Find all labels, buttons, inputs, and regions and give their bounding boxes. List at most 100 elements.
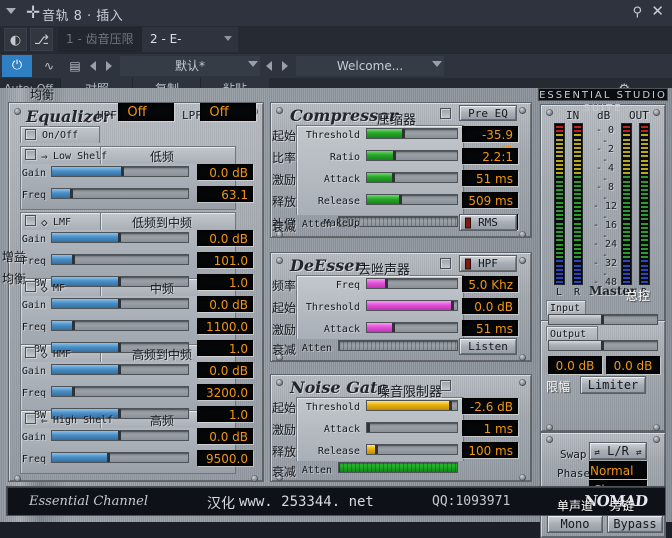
collapse-caret-icon[interactable] <box>6 8 16 14</box>
eq-freq-slider[interactable] <box>51 320 189 331</box>
eq-band-enable-checkbox[interactable] <box>25 215 36 226</box>
compressor-ratio-value[interactable]: 2.2:1 <box>462 148 518 164</box>
compressor-release-value[interactable]: 509 ms <box>462 192 518 208</box>
eq-gain-slider[interactable] <box>51 364 189 375</box>
program-prev-arrow[interactable] <box>266 61 272 71</box>
eq-gain-value[interactable]: 0.0 dB <box>197 362 253 378</box>
eq-freq-value[interactable]: 3200.0 <box>197 384 253 400</box>
eq-bw-value[interactable]: 1.0 <box>197 406 253 422</box>
deesser-threshold-value[interactable]: 0.0 dB <box>462 298 518 314</box>
eq-onoff-label: On/Off <box>42 130 79 141</box>
meter-out-left <box>621 123 632 285</box>
eq-freq-value[interactable]: 63.1 <box>197 186 253 202</box>
compressor-attack-slider[interactable] <box>366 172 458 183</box>
compressor-attack-value[interactable]: 51 ms <box>462 170 518 186</box>
preset-name-field[interactable]: 默认* <box>120 56 260 76</box>
eq-freq-slider[interactable] <box>51 254 189 265</box>
program-chevron-down-icon[interactable] <box>432 61 442 67</box>
eq-band-enable-checkbox[interactable] <box>25 281 36 292</box>
plugin-power-button[interactable]: ⏻ <box>2 55 32 77</box>
eq-gain-value[interactable]: 0.0 dB <box>197 296 253 312</box>
deesser-hpf-button[interactable]: HPF <box>459 255 517 272</box>
eq-onoff-checkbox[interactable] <box>25 129 36 140</box>
eq-band-enable-checkbox[interactable] <box>25 413 36 424</box>
noisegate-sidechain-checkbox[interactable] <box>440 380 451 391</box>
noisegate-row-label: Release <box>317 446 360 457</box>
noisegate-threshold-slider[interactable] <box>366 400 458 411</box>
noisegate-attack-value[interactable]: 1 ms <box>462 420 518 436</box>
compressor-threshold-value[interactable]: -35.9 dB <box>462 126 518 158</box>
eq-band-enable-checkbox[interactable] <box>25 347 36 358</box>
compressor-release-slider[interactable] <box>366 194 458 205</box>
meter-segment <box>623 130 630 133</box>
preset-prev-arrow[interactable] <box>90 61 96 71</box>
eq-freq-slider[interactable] <box>51 188 189 199</box>
routing-icon[interactable]: ⎇ <box>30 28 53 51</box>
add-icon[interactable]: ✛ <box>26 4 40 22</box>
compressor-ratio-slider[interactable] <box>366 150 458 161</box>
limiter-button[interactable]: Limiter <box>580 376 646 394</box>
program-next-arrow[interactable] <box>282 61 288 71</box>
eq-freq-slider[interactable] <box>51 452 189 463</box>
screw <box>519 257 526 264</box>
deesser-attack-slider[interactable] <box>366 322 458 333</box>
mono-button[interactable]: Mono <box>547 515 603 533</box>
hpf-dropdown[interactable]: Off <box>118 103 174 121</box>
pin-icon[interactable]: ⚲ <box>632 5 642 20</box>
eq-freq-slider[interactable] <box>51 386 189 397</box>
pre-eq-button[interactable]: Pre EQ <box>459 105 517 121</box>
noisegate-release-slider[interactable] <box>366 444 458 455</box>
bypass-button[interactable]: Bypass <box>607 515 663 533</box>
eq-gain-slider[interactable] <box>51 298 189 309</box>
eq-gain-value[interactable]: 0.0 dB <box>197 164 253 180</box>
preset-list-icon[interactable]: ▤ <box>64 55 86 77</box>
eq-row-label: Freq <box>21 388 46 399</box>
listen-button[interactable]: Listen <box>459 338 517 355</box>
meter-segment <box>574 226 581 229</box>
master-output-slider[interactable] <box>548 340 658 351</box>
eq-bw-value[interactable]: 1.0 <box>197 340 253 356</box>
noisegate-attack-slider[interactable] <box>366 422 458 433</box>
compressor-threshold-slider[interactable] <box>366 128 458 139</box>
lpf-label: LPF <box>182 109 202 122</box>
meter-segment <box>556 184 563 187</box>
compressor-sidechain-checkbox[interactable] <box>440 108 451 119</box>
deesser-cn-label: 激励 <box>272 323 297 337</box>
eq-gain-value[interactable]: 0.0 dB <box>197 230 253 246</box>
eq-gain-value[interactable]: 0.0 dB <box>197 428 253 444</box>
lpf-dropdown[interactable]: Off <box>200 103 256 121</box>
preset-chevron-down-icon[interactable] <box>248 61 258 67</box>
phase-dropdown[interactable]: Normal <box>589 461 647 479</box>
slot-chevron-down-icon[interactable] <box>224 36 232 41</box>
eq-freq-value[interactable]: 9500.0 <box>197 450 253 466</box>
master-output-value[interactable]: 0.0 dB <box>606 356 660 374</box>
preset-next-arrow[interactable] <box>106 61 112 71</box>
eq-gain-slider[interactable] <box>51 166 189 177</box>
noisegate-threshold-value[interactable]: -2.6 dB <box>462 398 518 414</box>
meter-segment <box>574 193 581 196</box>
deesser-threshold-slider[interactable] <box>366 300 458 311</box>
deesser-freq-slider[interactable] <box>366 278 458 289</box>
rms-button[interactable]: RMS <box>459 214 517 231</box>
close-icon[interactable]: ✕ <box>651 4 664 19</box>
slot-1[interactable]: 1 - 齿音压限器 <box>58 27 142 71</box>
swap-lr-button[interactable]: ⇄ L/R ⇄ <box>589 442 647 460</box>
power-circle-icon[interactable]: ◐ <box>4 28 27 51</box>
noisegate-release-value[interactable]: 100 ms <box>462 442 518 458</box>
program-name-field[interactable]: Welcome... <box>296 56 444 76</box>
meter-segment <box>623 189 630 191</box>
deesser-freq-value[interactable]: 5.0 Khz <box>462 276 518 292</box>
deesser-attack-value[interactable]: 51 ms <box>462 320 518 336</box>
eq-bw-value[interactable]: 1.0 <box>197 274 253 290</box>
master-input-slider[interactable] <box>548 314 658 325</box>
deesser-sidechain-checkbox[interactable] <box>440 258 451 269</box>
master-input-value[interactable]: 0.0 dB <box>548 356 602 374</box>
eq-band-enable-checkbox[interactable] <box>25 149 36 160</box>
meter-segment <box>574 256 581 259</box>
eq-gain-slider[interactable] <box>51 430 189 441</box>
eq-gain-slider[interactable] <box>51 232 189 243</box>
eq-freq-value[interactable]: 1100.0 <box>197 318 253 334</box>
eq-freq-value[interactable]: 101.0 <box>197 252 253 268</box>
automation-curve-icon[interactable]: ∿ <box>34 55 64 77</box>
meter-segment <box>641 151 648 154</box>
